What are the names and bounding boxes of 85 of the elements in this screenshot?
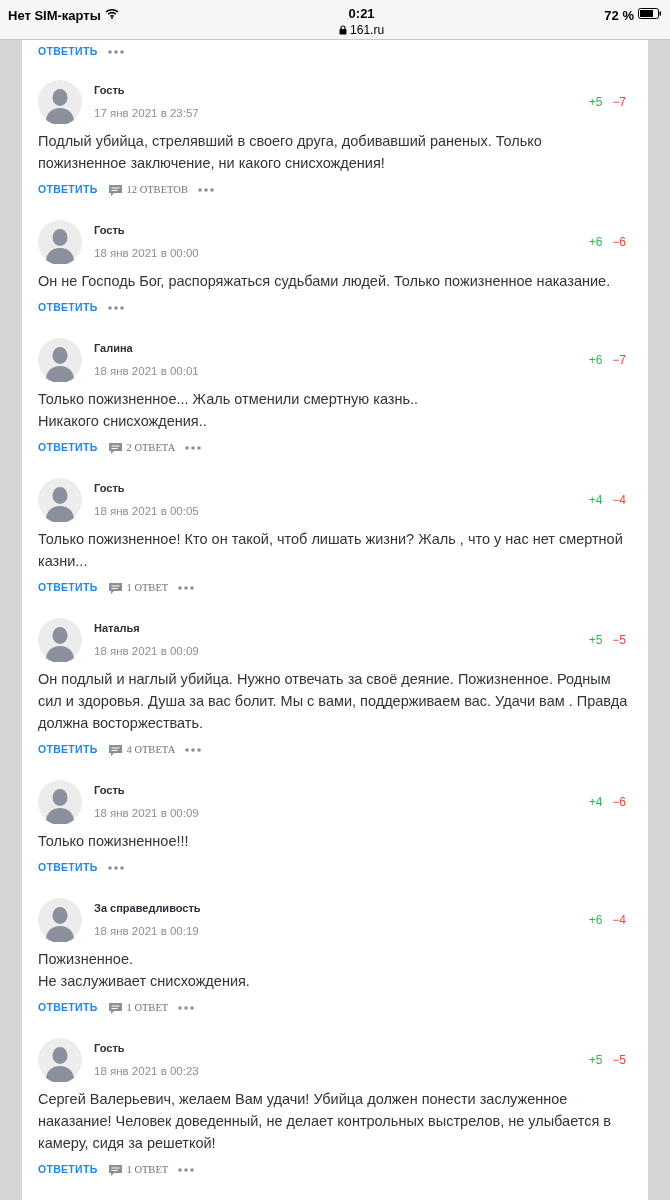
more-icon[interactable]: [107, 306, 124, 310]
upvote-count[interactable]: +5: [588, 1051, 603, 1069]
downvote-count[interactable]: −4: [612, 911, 626, 929]
more-icon[interactable]: [185, 446, 202, 450]
author-name: Галина: [94, 341, 134, 357]
comment-icon: [107, 183, 123, 197]
author-name: Наталья: [94, 621, 141, 637]
more-icon[interactable]: [107, 50, 124, 54]
more-icon[interactable]: [178, 586, 195, 590]
comment-date: 18 янв 2021 в 00:00: [94, 245, 199, 261]
author-name: За справедливость: [94, 901, 201, 917]
more-icon[interactable]: [178, 1006, 195, 1010]
upvote-count[interactable]: +5: [588, 631, 603, 649]
downvote-count[interactable]: −6: [612, 233, 626, 251]
reply-link[interactable]: ОТВЕТИТЬ: [38, 860, 98, 876]
reply-link[interactable]: ОТВЕТИТЬ: [38, 1162, 98, 1178]
more-icon[interactable]: [185, 748, 202, 752]
wifi-icon: [104, 8, 119, 19]
upvote-count[interactable]: +6: [588, 233, 603, 251]
avatar-icon: [38, 220, 82, 264]
downvote-count[interactable]: −4: [612, 491, 626, 509]
avatar-icon: [38, 478, 82, 522]
lock-icon: [339, 25, 348, 35]
upvote-count[interactable]: +6: [588, 351, 603, 369]
author-name: Гость: [94, 1041, 126, 1057]
more-icon[interactable]: [178, 1168, 195, 1172]
comment-text: Он не Господь Бог, распоряжаться судьбами людей. Только пожизненное наказание.: [38, 272, 612, 291]
upvote-count[interactable]: +6: [588, 911, 603, 929]
comment-icon: [107, 1163, 123, 1177]
comment-icon: [107, 743, 123, 757]
avatar-icon: [38, 338, 82, 382]
author-name: Гость: [94, 783, 126, 799]
comment-date: 18 янв 2021 в 00:19: [94, 923, 200, 939]
downvote-count[interactable]: −5: [612, 631, 626, 649]
replies-link[interactable]: 1 ОТВЕТ: [107, 580, 169, 596]
replies-link[interactable]: 1 ОТВЕТ: [107, 1000, 169, 1016]
comment-text: Подлый убийца, стрелявший в своего друга, добивавший раненых. Только пожизненное заключение, ни какого снисхождения!: [38, 132, 543, 173]
reply-link[interactable]: ОТВЕТИТЬ: [38, 182, 98, 198]
avatar-icon: [38, 780, 82, 824]
comment-text: Он подлый и наглый убийца. Нужно отвечать за своё деяние. Пожизненное. Родным сил и здоровья. Душа за вас болит. Мы с вами, поддерживаем вас. Удачи вам . Правда должна восторжествать.: [38, 670, 629, 733]
comment-icon: [107, 441, 123, 455]
more-icon[interactable]: [107, 866, 124, 870]
replies-link[interactable]: 12 ОТВЕТОВ: [107, 182, 188, 198]
comment-text: Пожизненное. Не заслуживает снисхождения.: [38, 950, 251, 991]
comment-icon: [107, 1001, 123, 1015]
upvote-count[interactable]: +5: [588, 93, 603, 111]
comment-text: Только пожизненное! Кто он такой, чтоб лишать жизни? Жаль , что у нас нет смертной казни...: [38, 530, 624, 571]
comment-date: 18 янв 2021 в 00:23: [94, 1063, 199, 1079]
author-name: Гость: [94, 83, 126, 99]
avatar-icon: [38, 1038, 82, 1082]
comment-date: 18 янв 2021 в 00:05: [94, 503, 199, 519]
replies-link[interactable]: 4 ОТВЕТА: [107, 742, 176, 758]
replies-link[interactable]: 2 ОТВЕТА: [107, 440, 176, 456]
comment-text: Только пожизненное!!!: [38, 832, 190, 851]
comment-date: 18 янв 2021 в 00:01: [94, 363, 199, 379]
upvote-count[interactable]: +4: [588, 793, 603, 811]
clock: 0:21: [348, 6, 375, 22]
comment-date: 18 янв 2021 в 00:09: [94, 643, 199, 659]
comment-text: Сергей Валерьевич, желаем Вам удачи! Убийца должен понести заслуженное наказание! Человек доведенный, не делает контрольных выстрелов, не улыбается в камеру, сидя за решеткой!: [38, 1090, 613, 1153]
upvote-count[interactable]: +4: [588, 491, 603, 509]
battery-icon: [638, 8, 662, 19]
avatar-icon: [38, 80, 82, 124]
avatar-icon: [38, 898, 82, 942]
reply-link[interactable]: ОТВЕТИТЬ: [38, 440, 98, 456]
reply-link[interactable]: ОТВЕТИТЬ: [38, 44, 98, 60]
avatar-icon: [38, 618, 82, 662]
url-label: 161.ru: [350, 22, 385, 38]
comment-date: 17 янв 2021 в 23:57: [94, 105, 199, 121]
comment-text: Только пожизненное... Жаль отменили смертную казнь.. Никакого снисхождения..: [38, 390, 420, 431]
reply-link[interactable]: ОТВЕТИТЬ: [38, 1000, 98, 1016]
comment-icon: [107, 581, 123, 595]
author-name: Гость: [94, 223, 126, 239]
carrier-label: Нет SIM-карты: [8, 7, 101, 25]
reply-link[interactable]: ОТВЕТИТЬ: [38, 300, 98, 316]
downvote-count[interactable]: −6: [612, 793, 626, 811]
replies-link[interactable]: 1 ОТВЕТ: [107, 1162, 169, 1178]
author-name: Гость: [94, 481, 126, 497]
more-icon[interactable]: [197, 188, 214, 192]
battery-label: 72 %: [604, 7, 634, 25]
downvote-count[interactable]: −5: [612, 1051, 626, 1069]
downvote-count[interactable]: −7: [612, 93, 626, 111]
reply-link[interactable]: ОТВЕТИТЬ: [38, 742, 98, 758]
comment-date: 18 янв 2021 в 00:09: [94, 805, 199, 821]
downvote-count[interactable]: −7: [612, 351, 626, 369]
reply-link[interactable]: ОТВЕТИТЬ: [38, 580, 98, 596]
